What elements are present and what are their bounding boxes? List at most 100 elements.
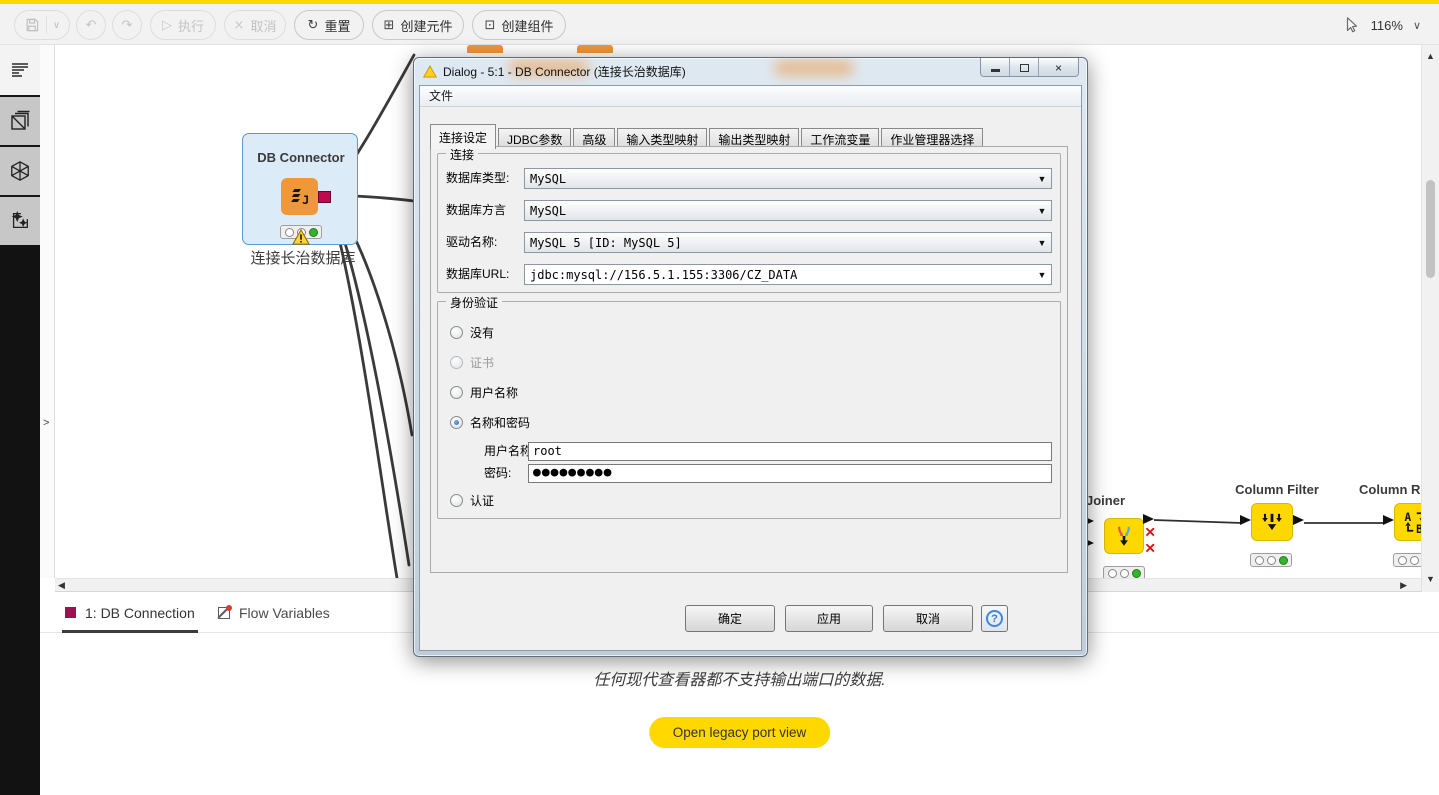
reset-button[interactable]: ↻ 重置 bbox=[294, 10, 364, 40]
tab-connection-settings[interactable]: 连接设定 bbox=[430, 124, 496, 149]
redo-button[interactable]: ↷ bbox=[112, 10, 142, 40]
glass-smudge bbox=[774, 60, 854, 76]
db-url-value: jdbc:mysql://156.5.1.155:3306/CZ_DATA bbox=[525, 268, 1033, 282]
auth-option-kerberos[interactable]: 认证 bbox=[450, 492, 494, 509]
node-joiner[interactable] bbox=[1104, 518, 1144, 554]
pointer-tool-icon[interactable] bbox=[1343, 16, 1361, 34]
warning-triangle-icon bbox=[423, 65, 437, 78]
node-column-filter[interactable] bbox=[1251, 503, 1293, 541]
radio-selected-icon bbox=[450, 416, 463, 429]
traffic-light-status bbox=[1393, 553, 1421, 567]
radio-label: 证书 bbox=[470, 354, 494, 371]
node-column-rename[interactable]: A B bbox=[1394, 503, 1421, 541]
execute-label: 执行 bbox=[178, 16, 204, 35]
dialog-titlebar[interactable]: Dialog - 5:1 - DB Connector (连接长治数据库) × bbox=[414, 58, 1087, 85]
sidebar-item-description[interactable] bbox=[0, 45, 40, 95]
reset-label: 重置 bbox=[324, 16, 350, 35]
menu-file[interactable]: 文件 bbox=[429, 89, 453, 103]
auth-option-username-password[interactable]: 名称和密码 bbox=[450, 414, 530, 431]
collapsed-panel-strip: > bbox=[40, 45, 55, 578]
output-port-arrow[interactable] bbox=[1143, 514, 1154, 524]
play-icon: ▷ bbox=[162, 18, 172, 33]
radio-label: 认证 bbox=[470, 492, 494, 509]
execute-button[interactable]: ▷ 执行 bbox=[150, 10, 216, 40]
zoom-level[interactable]: 116% bbox=[1371, 18, 1403, 33]
radio-icon bbox=[450, 356, 463, 369]
sidebar-item-3d-cube[interactable] bbox=[0, 145, 40, 195]
scroll-up-arrow[interactable]: ▲ bbox=[1426, 51, 1435, 61]
database-glyph-icon: J bbox=[287, 184, 313, 210]
active-tab-underline bbox=[62, 630, 198, 633]
scroll-right-arrow[interactable]: ▶ bbox=[1400, 580, 1407, 591]
dialog-title-text: Dialog - 5:1 - DB Connector (连接长治数据库) bbox=[443, 63, 686, 80]
left-sidebar bbox=[0, 45, 40, 795]
undo-icon: ↶ bbox=[86, 18, 97, 33]
db-type-dropdown[interactable]: MySQL ▼ bbox=[524, 168, 1052, 189]
input-port-arrow[interactable] bbox=[1383, 515, 1394, 525]
auth-option-username[interactable]: 用户名称 bbox=[450, 384, 518, 401]
svg-text:A: A bbox=[1405, 511, 1412, 524]
node-title: DB Connector bbox=[243, 150, 359, 165]
create-metanode-button[interactable]: ⊞ 创建元件 bbox=[372, 10, 464, 40]
reset-icon: ↻ bbox=[308, 18, 319, 33]
zoom-chevron-icon[interactable]: ∨ bbox=[1413, 19, 1421, 32]
traffic-light-status bbox=[1250, 553, 1292, 567]
window-controls: × bbox=[980, 58, 1079, 77]
dropdown-arrow-icon: ▼ bbox=[1033, 206, 1051, 216]
connection-settings-panel: 连接 数据库类型: MySQL ▼ 数据库方言 MySQL ▼ bbox=[430, 146, 1068, 573]
minimize-button[interactable] bbox=[981, 58, 1010, 77]
driver-name-dropdown[interactable]: MySQL 5 [ID: MySQL 5] ▼ bbox=[524, 232, 1052, 253]
dialog-content: 连接设定 JDBC参数 高级 输入类型映射 输出类型映射 工作流变量 作业管理器… bbox=[420, 107, 1081, 650]
tab-flow-variables[interactable]: Flow Variables bbox=[218, 592, 330, 633]
maximize-button[interactable] bbox=[1010, 58, 1039, 77]
db-connector-dialog: Dialog - 5:1 - DB Connector (连接长治数据库) × … bbox=[413, 57, 1088, 657]
chevron-down-icon: ∨ bbox=[53, 20, 60, 31]
sidebar-item-pages[interactable] bbox=[0, 95, 40, 145]
error-x-icon: ✕ bbox=[1144, 542, 1156, 556]
password-input[interactable]: ●●●●●●●●● bbox=[528, 464, 1052, 483]
create-metanode-label: 创建元件 bbox=[400, 16, 452, 35]
dialog-menubar: 文件 bbox=[420, 86, 1081, 107]
stacked-pages-icon bbox=[9, 110, 31, 132]
db-url-field[interactable]: jdbc:mysql://156.5.1.155:3306/CZ_DATA ▼ bbox=[524, 264, 1052, 285]
auth-option-none[interactable]: 没有 bbox=[450, 324, 494, 341]
radio-icon bbox=[450, 386, 463, 399]
main-toolbar: ∨ ↶ ↷ ▷ 执行 × 取消 ↻ 重置 ⊞ 创建元件 ⊡ 创建组件 116% bbox=[0, 4, 1439, 45]
auth-option-credentials[interactable]: 证书 bbox=[450, 354, 494, 371]
username-input[interactable]: root bbox=[528, 442, 1052, 461]
cancel-execution-button[interactable]: × 取消 bbox=[224, 10, 286, 40]
radio-label: 没有 bbox=[470, 324, 494, 341]
db-connector-node-icon[interactable]: J bbox=[281, 178, 318, 215]
vertical-scrollbar[interactable]: ▲ ▼ bbox=[1421, 45, 1439, 592]
input-port-arrow[interactable] bbox=[1240, 515, 1251, 525]
scroll-left-arrow[interactable]: ◀ bbox=[58, 580, 65, 591]
help-button[interactable]: ? bbox=[981, 605, 1008, 632]
expand-panel-arrow[interactable]: > bbox=[43, 417, 49, 429]
output-port-arrow[interactable] bbox=[1293, 515, 1304, 525]
close-button[interactable]: × bbox=[1039, 58, 1078, 77]
tab-db-connection[interactable]: 1: DB Connection bbox=[65, 592, 195, 633]
node-title: Column Re bbox=[1359, 482, 1421, 497]
save-button-group[interactable]: ∨ bbox=[14, 10, 70, 40]
node-annotation[interactable]: 连接长治数据库 bbox=[237, 247, 369, 268]
open-legacy-port-view-button[interactable]: Open legacy port view bbox=[649, 717, 831, 748]
close-icon: × bbox=[1055, 61, 1062, 75]
minimize-icon bbox=[991, 69, 1000, 72]
radio-label: 名称和密码 bbox=[470, 414, 530, 431]
authentication-groupbox: 身份验证 没有 证书 用户名称 bbox=[437, 301, 1061, 519]
db-output-port[interactable] bbox=[318, 191, 331, 203]
db-dialect-dropdown[interactable]: MySQL ▼ bbox=[524, 200, 1052, 221]
node-db-connector[interactable]: DB Connector J bbox=[242, 133, 358, 245]
driver-name-value: MySQL 5 [ID: MySQL 5] bbox=[525, 236, 1033, 250]
scrollbar-thumb[interactable] bbox=[1426, 180, 1435, 278]
connection-groupbox: 连接 数据库类型: MySQL ▼ 数据库方言 MySQL ▼ bbox=[437, 153, 1061, 293]
apply-button[interactable]: 应用 bbox=[785, 605, 873, 632]
undo-button[interactable]: ↶ bbox=[76, 10, 106, 40]
sidebar-item-ai[interactable] bbox=[0, 195, 40, 245]
db-type-value: MySQL bbox=[525, 172, 1033, 186]
scroll-down-arrow[interactable]: ▼ bbox=[1426, 574, 1435, 584]
ok-button[interactable]: 确定 bbox=[685, 605, 775, 632]
create-component-button[interactable]: ⊡ 创建组件 bbox=[472, 10, 566, 40]
cancel-button[interactable]: 取消 bbox=[883, 605, 973, 632]
ai-sparkle-icon bbox=[9, 210, 31, 232]
